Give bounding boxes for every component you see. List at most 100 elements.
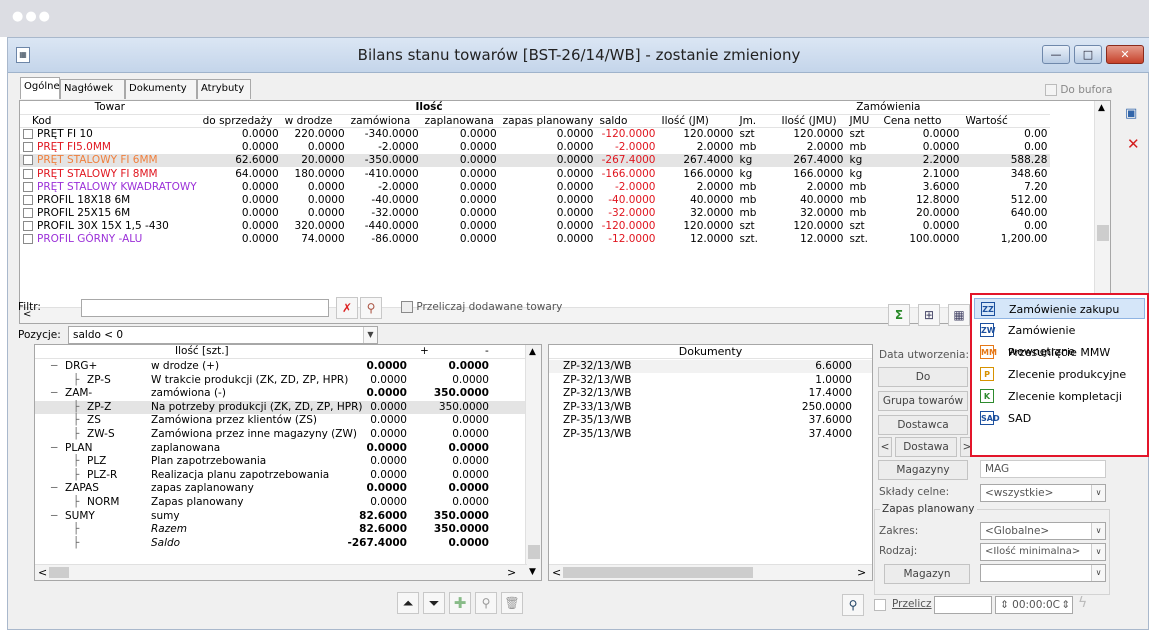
documents-horizontal-scrollbar[interactable]: < >: [549, 564, 872, 580]
magazyn-button[interactable]: Magazyn: [884, 564, 970, 584]
tree-row[interactable]: ─ ZAPAS zapas zaplanowany 0.0000 0.0000: [35, 482, 525, 495]
scroll-up-icon[interactable]: ▲: [1098, 103, 1105, 113]
document-row[interactable]: ZP-35/13/WB 37.6000: [549, 414, 872, 427]
menu-item[interactable]: ZW Zamówienie wewnętrzne: [974, 320, 1145, 358]
dostawa-button[interactable]: Dostawa: [895, 437, 957, 457]
table-row[interactable]: PRĘT FI5.0MM 0.0000 0.0000 -2.0000 0.0000 0.0…: [20, 141, 1050, 154]
row-checkbox[interactable]: [23, 181, 33, 192]
menu-item[interactable]: P Zlecenie produkcyjne: [974, 364, 1145, 385]
do-button[interactable]: Do: [878, 367, 968, 387]
row-checkbox[interactable]: [23, 168, 33, 179]
tree-horizontal-scrollbar[interactable]: < >: [35, 564, 527, 580]
time-spin-icon[interactable]: ⇕: [1000, 599, 1012, 611]
close-button[interactable]: ✕: [1106, 45, 1144, 64]
przelicz-checkbox[interactable]: [874, 599, 886, 611]
cancel-icon[interactable]: ✕: [1127, 135, 1140, 153]
menu-item[interactable]: ZZ Zamówienie zakupu: [974, 298, 1145, 319]
tree-row[interactable]: ├ ZP-Z Na potrzeby produkcji (ZK, ZD, ZP, …: [35, 400, 525, 414]
row-checkbox[interactable]: [23, 155, 33, 166]
tree-row[interactable]: ├ ZS Zamówiona przez klientów (ZS) 0.0000 0.…: [35, 414, 525, 427]
grid-vertical-scrollbar[interactable]: ▲: [1094, 101, 1110, 323]
lightning-icon[interactable]: ϟ: [1078, 595, 1087, 611]
scroll-up-icon[interactable]: ▲: [529, 347, 536, 357]
rodzaj-select[interactable]: <Ilość minimalna> ∨: [980, 543, 1106, 561]
tree-row[interactable]: ├ Razem 82.6000 350.0000: [35, 523, 525, 536]
row-checkbox[interactable]: [23, 208, 33, 219]
add-icon[interactable]: ✚: [449, 592, 471, 614]
move-down-icon[interactable]: ⏷: [423, 592, 445, 614]
row-checkbox[interactable]: [23, 129, 33, 140]
chevron-down-icon[interactable]: ▼: [363, 327, 377, 343]
column-header[interactable]: saldo: [596, 114, 659, 128]
column-header[interactable]: zaplanowana: [421, 114, 500, 128]
column-header[interactable]: Kod: [20, 114, 200, 128]
document-row[interactable]: ZP-32/13/WB 1.0000: [549, 374, 872, 387]
column-header[interactable]: zapas planowany: [499, 114, 597, 128]
tree-row[interactable]: ─ PLAN zaplanowana 0.0000 0.0000: [35, 442, 525, 455]
document-row[interactable]: ZP-33/13/WB 250.0000: [549, 401, 872, 414]
search-icon[interactable]: ⚲: [842, 594, 864, 616]
calc-icon[interactable]: ⊞: [918, 304, 940, 326]
do-bufora-checkbox[interactable]: [1045, 84, 1057, 96]
row-checkbox[interactable]: [23, 234, 33, 245]
column-header[interactable]: Wartość: [962, 114, 1051, 128]
save-icon[interactable]: ▣: [1125, 106, 1143, 124]
row-checkbox[interactable]: [23, 221, 33, 232]
table-row[interactable]: PRĘT STALOWY FI 8MM 64.0000 180.0000 -410.0…: [20, 167, 1050, 180]
tab-atrybuty[interactable]: Atrybuty: [197, 79, 251, 99]
magazyn-select[interactable]: ∨: [980, 564, 1106, 582]
sum-icon[interactable]: Σ: [888, 304, 910, 326]
chevron-down-icon[interactable]: ∨: [1091, 523, 1105, 539]
menu-item[interactable]: K Zlecenie kompletacji: [974, 386, 1145, 407]
przelicz-time-input[interactable]: ⇕ 00:00:0C ⇕: [995, 596, 1073, 614]
scroll-down-icon[interactable]: ▼: [529, 567, 536, 577]
przelicz-date-input[interactable]: [934, 596, 992, 614]
scroll-right-icon[interactable]: >: [507, 566, 516, 579]
filter-input[interactable]: [81, 299, 329, 317]
tree-row[interactable]: ├ PLZ Plan zapotrzebowania 0.0000 0.0000: [35, 455, 525, 468]
column-header[interactable]: zamówiona: [347, 114, 422, 128]
chevron-down-icon[interactable]: ∨: [1091, 544, 1105, 560]
menu-item[interactable]: MM Przesunięcie MMW: [974, 342, 1145, 363]
tree-hscroll-thumb[interactable]: [49, 567, 69, 578]
tree-row[interactable]: ├ ZP-S W trakcie produkcji (ZK, ZD, ZP, HP…: [35, 374, 525, 387]
tree-row[interactable]: ─ SUMY sumy 82.6000 350.0000: [35, 510, 525, 523]
tree-row[interactable]: ├ PLZ-R Realizacja planu zapotrzebowania 0.…: [35, 469, 525, 482]
column-header[interactable]: Ilość (JM): [658, 114, 737, 128]
chevron-down-icon[interactable]: ∨: [1091, 565, 1105, 581]
time-spin-icon[interactable]: ⇕: [1061, 597, 1070, 613]
tree-row[interactable]: ├ ZW-S Zamówiona przez inne magazyny (ZW) 0…: [35, 428, 525, 441]
tree-row[interactable]: ─ ZAM-zamówiona (-) 0.0000 350.0000: [35, 387, 525, 400]
documents-hscroll-thumb[interactable]: [563, 567, 753, 578]
prev-dostawa-button[interactable]: <: [878, 437, 892, 457]
tab-ogolne[interactable]: Ogólne: [20, 77, 60, 99]
przeliczaj-checkbox[interactable]: [401, 301, 413, 313]
table-row[interactable]: PRĘT STALOWY KWADRATOWY 0.0000 0.0000 -2.00…: [20, 180, 1050, 193]
scroll-left-icon[interactable]: <: [552, 566, 561, 579]
przeliczaj-option[interactable]: Przeliczaj dodawane towary: [401, 301, 562, 313]
move-up-icon[interactable]: ⏶: [397, 592, 419, 614]
document-row[interactable]: ZP-32/13/WB 6.6000: [549, 360, 872, 373]
row-checkbox[interactable]: [23, 142, 33, 153]
table-row[interactable]: PRĘT STALOWY FI 6MM 62.6000 20.0000 -350.00…: [20, 153, 1051, 167]
grid-scroll-thumb[interactable]: [1097, 225, 1109, 241]
search-icon[interactable]: ⚲: [475, 592, 497, 614]
filter-builder-icon[interactable]: ⚲: [360, 297, 382, 319]
table-row[interactable]: PROFIL 25X15 6M 0.0000 0.0000 -32.0000 0.000…: [20, 207, 1050, 220]
column-header[interactable]: w drodze: [281, 114, 348, 128]
maximize-button[interactable]: □: [1074, 45, 1102, 64]
sklady-celne-select[interactable]: <wszystkie> ∨: [980, 484, 1106, 502]
calendar-icon[interactable]: ▦: [948, 304, 970, 326]
document-row[interactable]: ZP-32/13/WB 17.4000: [549, 387, 872, 400]
tab-dokumenty[interactable]: Dokumenty: [125, 79, 197, 99]
do-bufora[interactable]: Do bufora: [1045, 84, 1112, 96]
scroll-right-icon[interactable]: >: [857, 566, 866, 579]
grupa-towarow-button[interactable]: Grupa towarów: [878, 391, 968, 411]
tree-row[interactable]: ─ DRG+ w drodze (+) 0.0000 0.0000: [35, 360, 525, 373]
document-row[interactable]: ZP-35/13/WB 37.4000: [549, 428, 872, 441]
column-header[interactable]: Jm.: [736, 114, 779, 128]
tree-row[interactable]: ├ Saldo -267.4000 0.0000: [35, 537, 525, 550]
minimize-button[interactable]: —: [1042, 45, 1070, 64]
table-row[interactable]: PROFIL 30X 15X 1,5 -430 0.0000 320.0000 -44…: [20, 220, 1050, 233]
column-header[interactable]: Ilość (JMU): [778, 114, 847, 128]
